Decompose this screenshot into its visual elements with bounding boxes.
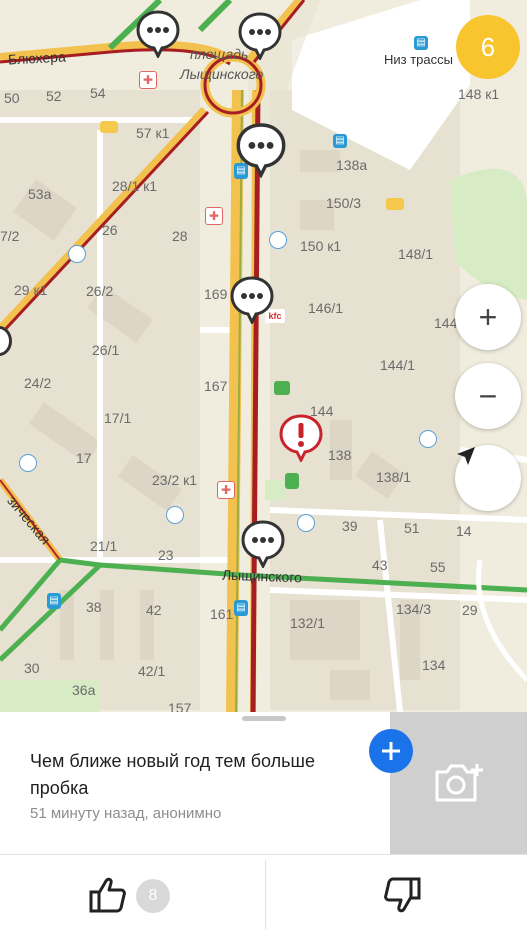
street-label: Лыщинского	[180, 66, 264, 82]
house-number: 50	[4, 90, 20, 106]
house-number: 134	[422, 657, 446, 673]
cluster-count-badge[interactable]: 6	[456, 15, 520, 79]
locate-button[interactable]	[455, 445, 521, 511]
sheet-drag-handle[interactable]	[242, 716, 286, 721]
mic-icon[interactable]	[269, 231, 287, 249]
thumbs-down-icon	[384, 877, 421, 913]
chat-bubble-icon[interactable]	[136, 10, 180, 58]
ticket-icon[interactable]	[386, 198, 404, 210]
house-number: 51	[404, 520, 420, 536]
dislike-button[interactable]	[382, 876, 426, 916]
house-number: 24/2	[24, 375, 52, 391]
fuel-icon[interactable]	[285, 473, 299, 489]
house-number: 29 к1	[14, 282, 48, 298]
zoom-out-icon: −	[478, 378, 498, 414]
house-number: 23	[158, 547, 174, 563]
hotel-icon[interactable]	[274, 381, 290, 395]
add-photo-button[interactable]	[390, 712, 527, 854]
house-number: 57 к1	[136, 125, 170, 141]
chat-bubble-icon[interactable]	[236, 122, 286, 178]
mic-icon[interactable]	[19, 454, 37, 472]
zoom-out-button[interactable]: −	[455, 363, 521, 429]
house-number: 144/1	[380, 357, 416, 373]
mic-icon[interactable]	[297, 514, 315, 532]
house-number: 43	[372, 557, 388, 573]
like-button[interactable]	[88, 876, 132, 916]
house-number: 39	[342, 518, 358, 534]
house-number: 55	[430, 559, 446, 575]
map-canvas	[0, 0, 527, 712]
house-number: 36а	[72, 682, 96, 698]
house-number: 42/1	[138, 663, 166, 679]
house-number: 28	[172, 228, 188, 244]
house-number: 146/1	[308, 300, 344, 316]
chat-bubble-icon[interactable]	[238, 12, 282, 60]
street-label: Лыщинского	[221, 566, 303, 586]
divider	[0, 854, 527, 855]
bus-stop-icon[interactable]: ▤	[414, 36, 428, 50]
bus-stop-icon[interactable]: ▤	[333, 134, 347, 148]
house-number: 21/1	[90, 538, 118, 554]
house-number: 26	[102, 222, 118, 238]
house-number: 148 к1	[458, 86, 500, 102]
street-label: Блюхера	[7, 48, 67, 68]
house-number: 23/2 к1	[152, 472, 198, 488]
house-number: 157	[168, 700, 192, 712]
house-number: 169	[204, 286, 228, 302]
locate-arrow-icon	[457, 447, 475, 465]
hospital-icon[interactable]: ✚	[139, 71, 157, 89]
house-number: 150 к1	[300, 238, 342, 254]
mic-icon[interactable]	[68, 245, 86, 263]
house-number: 144	[434, 315, 458, 331]
map-view[interactable]: Блюхера площадь Лыщинского Лыщинского зи…	[0, 0, 527, 712]
hospital-icon[interactable]: ✚	[205, 207, 223, 225]
event-text: Чем ближе новый год тем больше пробка	[30, 751, 315, 798]
house-number: 7/2	[0, 228, 20, 244]
event-meta: 51 минуту назад, анонимно	[30, 805, 222, 822]
house-number: 161	[210, 606, 234, 622]
warning-icon[interactable]	[279, 414, 323, 462]
camera-icon	[435, 764, 483, 802]
chat-bubble-icon[interactable]	[230, 276, 274, 324]
house-number: 17/1	[104, 410, 132, 426]
place-label: Низ трассы	[384, 52, 453, 67]
bus-stop-icon[interactable]: ▤	[47, 593, 61, 609]
like-count-badge: 8	[136, 879, 170, 913]
house-number: 52	[46, 88, 62, 104]
ticket-icon[interactable]	[100, 121, 118, 133]
house-number: 26/1	[92, 342, 120, 358]
house-number: 138а	[336, 157, 368, 173]
house-number: 54	[90, 85, 106, 101]
add-comment-button[interactable]	[369, 729, 413, 773]
house-number: 28/1 к1	[112, 178, 158, 194]
house-number: 132/1	[290, 615, 326, 631]
house-number: 138	[328, 447, 352, 463]
add-icon	[382, 742, 400, 760]
house-number: 26/2	[86, 283, 114, 299]
mic-icon[interactable]	[166, 506, 184, 524]
house-number: 38	[86, 599, 102, 615]
chat-bubble-icon[interactable]	[241, 520, 285, 568]
house-number: 29	[462, 602, 478, 618]
mic-icon[interactable]	[419, 430, 437, 448]
house-number: 148/1	[398, 246, 434, 262]
thumbs-up-icon	[89, 877, 126, 913]
house-number: 150/3	[326, 195, 362, 211]
house-number: 14	[456, 523, 472, 539]
house-number: 30	[24, 660, 40, 676]
house-number: 134/3	[396, 601, 432, 617]
hospital-icon[interactable]: ✚	[217, 481, 235, 499]
divider	[265, 860, 266, 930]
zoom-in-button[interactable]: +	[455, 284, 521, 350]
zoom-in-icon: +	[478, 299, 498, 335]
bus-stop-icon[interactable]: ▤	[234, 600, 248, 616]
house-number: 138/1	[376, 469, 412, 485]
house-number: 42	[146, 602, 162, 618]
house-number: 53а	[28, 186, 52, 202]
house-number: 17	[76, 450, 92, 466]
house-number: 167	[204, 378, 228, 394]
